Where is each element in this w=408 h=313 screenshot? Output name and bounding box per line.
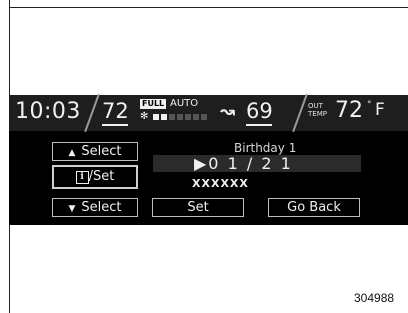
select-down-label: Select (81, 200, 122, 215)
page-frame-top (9, 7, 408, 8)
fan-level-bars (153, 114, 207, 120)
down-arrow-icon: ▼ (68, 204, 76, 214)
date-value[interactable]: ▶0 1 / 2 1 (194, 154, 293, 173)
set-button[interactable]: Set (152, 198, 244, 217)
fan-level-segment (201, 114, 207, 120)
go-back-button[interactable]: Go Back (268, 198, 360, 217)
fan-speed-indicator: FULL AUTO ✻ (140, 98, 220, 127)
field-title: Birthday 1 (234, 141, 297, 155)
passenger-temp-underline (246, 124, 272, 126)
passenger-temperature: 69 (246, 99, 273, 123)
clock: 10:03 (15, 99, 81, 124)
outside-temp-label-line2: TEMP (308, 110, 327, 118)
outside-temp-label: OUT TEMP (308, 102, 327, 118)
fan-level-segment (185, 114, 191, 120)
driver-temp-underline (102, 124, 128, 126)
outside-temp-label-line1: OUT (308, 102, 323, 110)
select-down-button[interactable]: ▼ Select (52, 198, 138, 217)
info-set-label: /Set (88, 169, 115, 184)
info-icon: i (75, 171, 89, 184)
fan-level-segment (177, 114, 183, 120)
status-bar: 10:03 72 FULL AUTO ✻ ↝ 69 OUT TEMP 72 ° … (9, 93, 408, 133)
divider-slash (292, 93, 308, 133)
select-up-label: Select (81, 144, 122, 159)
figure-number: 304988 (354, 291, 395, 305)
fan-icon: ✻ (140, 111, 149, 122)
degree-symbol: ° (367, 100, 372, 110)
fan-level-segment (161, 114, 167, 120)
outside-temperature: 72 (335, 98, 363, 123)
temperature-unit: F (375, 100, 385, 120)
divider-slash (84, 93, 100, 133)
fan-level-segment (193, 114, 199, 120)
fan-level-segment (169, 114, 175, 120)
name-value: XXXXXX (192, 177, 249, 190)
select-up-button[interactable]: ▲ Select (52, 142, 138, 161)
fan-full-badge: FULL (140, 99, 167, 109)
driver-temperature: 72 (102, 99, 129, 123)
climate-display: 10:03 72 FULL AUTO ✻ ↝ 69 OUT TEMP 72 ° … (9, 93, 408, 225)
airflow-mode-icon: ↝ (220, 101, 236, 122)
info-set-button[interactable]: i/Set (52, 165, 138, 189)
up-arrow-icon: ▲ (68, 148, 76, 158)
fan-auto-label: AUTO (170, 98, 199, 109)
fan-level-segment (153, 114, 159, 120)
